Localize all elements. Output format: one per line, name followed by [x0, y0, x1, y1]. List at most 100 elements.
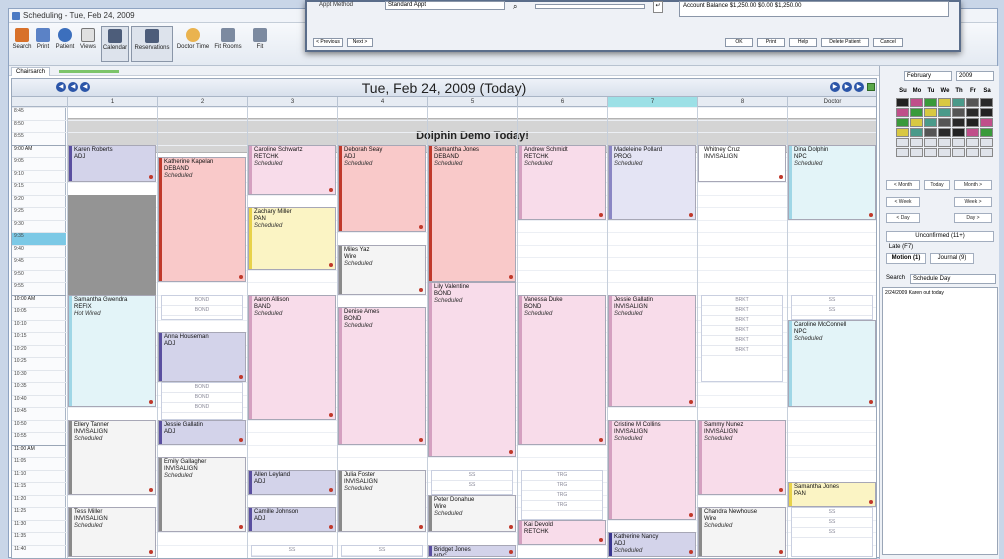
tab-unconfirmed[interactable]: Unconfirmed (11+)	[886, 231, 994, 242]
calendar-day[interactable]	[910, 128, 923, 137]
ok-button[interactable]: OK	[725, 38, 753, 47]
reservations-button[interactable]: Reservations	[131, 26, 173, 62]
calendar-day[interactable]	[952, 148, 965, 157]
appointment[interactable]: Cristine M Collins INVISALIGN Scheduled	[608, 419, 696, 520]
month-select[interactable]: February	[904, 71, 952, 81]
prev-month-button[interactable]: < Month	[886, 180, 920, 190]
reserved-slot[interactable]: BOND BOND BOND	[161, 382, 243, 420]
print-button[interactable]: Print	[33, 26, 53, 62]
calendar-day[interactable]	[896, 148, 909, 157]
tab-journal[interactable]: Journal (9)	[930, 253, 974, 264]
fit-rooms-button[interactable]: Fit Rooms	[213, 26, 243, 62]
appointment[interactable]: Samantha Gwendra REFIX Hot Wired	[68, 294, 156, 407]
calendar-day[interactable]	[896, 98, 909, 107]
appointment[interactable]: Chandra Newhouse Wire Scheduled	[698, 507, 786, 557]
appointment[interactable]: Camille Johnson ADJ	[248, 507, 336, 532]
calendar-day[interactable]	[952, 118, 965, 127]
column-header[interactable]: 3	[247, 97, 337, 107]
calendar-day[interactable]	[966, 128, 979, 137]
appointment[interactable]: Ellery Tanner INVISALIGN Scheduled	[68, 419, 156, 495]
appointment[interactable]: Karen Roberts ADJ	[68, 144, 156, 182]
appointment[interactable]: Andrew Schmidt RETCHK Scheduled	[518, 144, 606, 220]
calendar-day[interactable]	[966, 108, 979, 117]
calendar-day[interactable]	[910, 148, 923, 157]
next-month-button[interactable]: Month >	[954, 180, 992, 190]
reserved-slot[interactable]: SS SS	[791, 294, 873, 320]
appointment[interactable]: Miles Yaz Wire Scheduled	[338, 244, 426, 295]
calendar-day[interactable]	[896, 128, 909, 137]
appointment[interactable]: Samantha Jones DEBAND Scheduled	[428, 144, 516, 282]
calendar-day[interactable]	[924, 98, 937, 107]
cancel-button[interactable]: Cancel	[873, 38, 903, 47]
calendar-day[interactable]	[966, 118, 979, 127]
calendar-day[interactable]	[952, 128, 965, 137]
doctor-time-button[interactable]: Doctor Time	[175, 26, 211, 62]
delete-patient-button[interactable]: Delete Patient	[821, 38, 869, 47]
time-slider[interactable]	[535, 4, 645, 9]
next-button[interactable]: Next >	[347, 38, 373, 47]
calendar-day[interactable]	[938, 128, 951, 137]
appointment[interactable]: Sammy Nunez INVISALIGN Scheduled	[698, 419, 786, 495]
calendar-day[interactable]	[896, 108, 909, 117]
prev-week-nav-button[interactable]: < Week	[886, 197, 920, 207]
calendar-day[interactable]	[980, 108, 993, 117]
appointment[interactable]: Caroline McConnell NPC Scheduled	[788, 319, 876, 407]
calendar-day[interactable]	[980, 118, 993, 127]
calendar-button[interactable]: Calendar	[101, 26, 129, 62]
calendar-day[interactable]	[952, 98, 965, 107]
appointment[interactable]: Tess Miller INVISALIGN Scheduled	[68, 507, 156, 557]
calendar-day[interactable]	[924, 138, 937, 147]
reserved-slot[interactable]: SS SS SS	[791, 507, 873, 557]
tab-late[interactable]: Late (F7)	[886, 243, 916, 252]
column-header[interactable]: 6	[517, 97, 607, 107]
print-schedule-icon[interactable]	[867, 83, 875, 91]
calendar-day[interactable]	[980, 138, 993, 147]
year-select[interactable]: 2009	[956, 71, 994, 81]
appointment[interactable]: Madeleine Pollard PROG Scheduled	[608, 144, 696, 220]
calendar-day[interactable]	[966, 148, 979, 157]
today-button[interactable]: Today	[924, 180, 950, 190]
prev-day-nav-button[interactable]: < Day	[886, 213, 920, 223]
appointment[interactable]: Allen Leyland ADJ	[248, 469, 336, 495]
help-button[interactable]: Help	[789, 38, 817, 47]
reserved-slot[interactable]: BOND BOND	[161, 294, 243, 320]
column-header[interactable]: 8	[697, 97, 787, 107]
calendar-day[interactable]	[938, 138, 951, 147]
appointment[interactable]: Julia Foster INVISALIGN Scheduled	[338, 469, 426, 532]
fit-button[interactable]: Fit	[245, 26, 275, 62]
calendar-day[interactable]	[980, 128, 993, 137]
search-button[interactable]: Search	[11, 26, 33, 62]
last-day-button[interactable]: ▶	[854, 82, 864, 92]
previous-button[interactable]: < Previous	[313, 38, 343, 47]
appointment[interactable]: Aaron Allison BAND Scheduled	[248, 294, 336, 420]
appointment[interactable]: Zachary Miller PAN Scheduled	[248, 207, 336, 270]
appointment[interactable]: Jessie Gallatin ADJ	[158, 419, 246, 445]
zoom-icon[interactable]: ⌕	[513, 2, 517, 12]
appointment[interactable]: Whitney Cruz INVISALIGN	[698, 144, 786, 182]
appointment[interactable]: Denise Ames BOND Scheduled	[338, 307, 426, 445]
appointment[interactable]: Katherine Kapelan DEBAND Scheduled	[158, 157, 246, 282]
calendar-day[interactable]	[896, 118, 909, 127]
calendar-day[interactable]	[924, 148, 937, 157]
views-button[interactable]: Views	[77, 26, 99, 62]
column-header[interactable]: 4	[337, 97, 427, 107]
calendar-day[interactable]	[952, 108, 965, 117]
calendar-day[interactable]	[924, 108, 937, 117]
column-header[interactable]: 7	[607, 97, 697, 107]
reserved-slot[interactable]: SS SS	[431, 469, 513, 495]
tab-motion[interactable]: Motion (1)	[886, 253, 926, 264]
appointment[interactable]: Deborah Seay ADJ Scheduled	[338, 144, 426, 232]
appointment[interactable]: Bridget Jones NPC	[428, 544, 516, 557]
calendar-day[interactable]	[910, 138, 923, 147]
appointment[interactable]: Peter Donahue Wire Scheduled	[428, 494, 516, 532]
next-day-nav-button[interactable]: Day >	[954, 213, 992, 223]
appointment[interactable]: Jessie Gallatin INVISALIGN Scheduled	[608, 294, 696, 407]
appointment[interactable]: Dina Dolphin NPC Scheduled	[788, 144, 876, 220]
appt-method-select[interactable]: Standard Appt	[385, 1, 505, 10]
calendar-day[interactable]	[938, 148, 951, 157]
calendar-day[interactable]	[938, 98, 951, 107]
print-dialog-button[interactable]: Print	[757, 38, 785, 47]
column-header[interactable]: 5	[427, 97, 517, 107]
calendar-day[interactable]	[896, 138, 909, 147]
reserved-slot[interactable]: SS	[251, 544, 333, 557]
